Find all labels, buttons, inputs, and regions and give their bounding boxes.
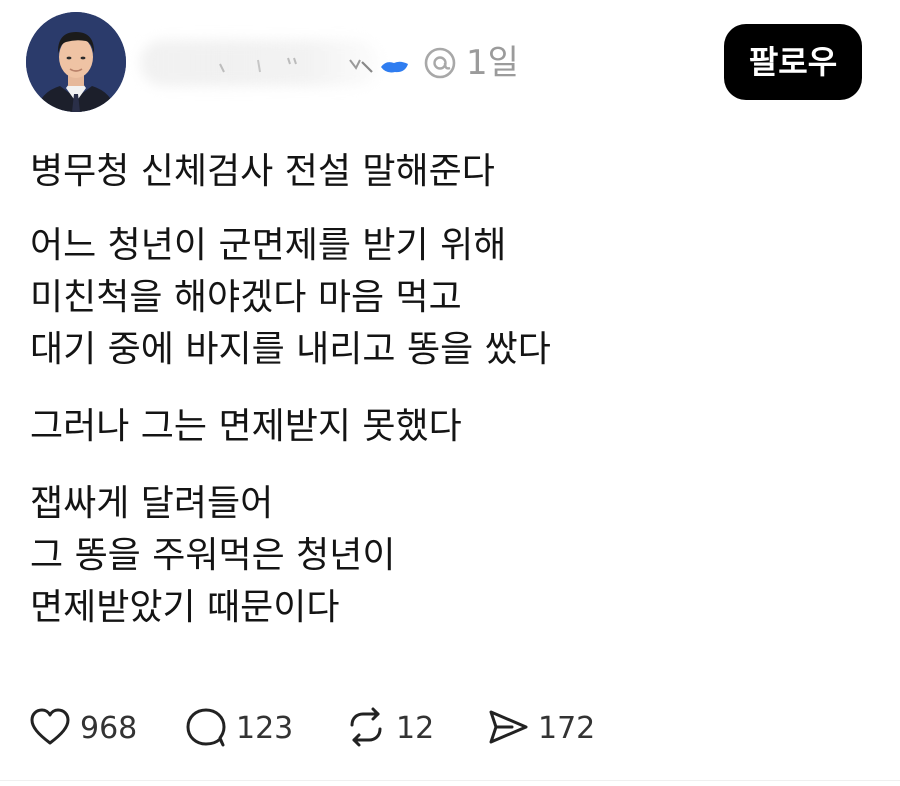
post-line: 면제받았기 때문이다 (30, 587, 340, 628)
post-paragraph: 병무청 신체검사 전설 말해준다 (30, 146, 870, 198)
post-line: 잽싸게 달려들어 (30, 483, 274, 524)
profile-photo (26, 12, 126, 112)
post-line: 그 똥을 주워먹은 청년이 (30, 535, 396, 576)
send-icon (489, 710, 528, 744)
threads-logo-icon (424, 47, 456, 79)
repost-button[interactable]: 12 (344, 705, 440, 755)
username-redaction-marks (219, 57, 373, 73)
reply-button[interactable]: 123 (184, 705, 294, 755)
share-count: 172 (538, 711, 596, 746)
post-line: 병무청 신체검사 전설 말해준다 (30, 151, 495, 192)
heart-icon (30, 708, 70, 745)
post-line: 그러나 그는 면제받지 못했다 (30, 406, 462, 447)
post-paragraph: 잽싸게 달려들어 그 똥을 주워먹은 청년이 면제받았기 때문이다 (30, 478, 870, 634)
post-line: 대기 중에 바지를 내리고 똥을 쌌다 (30, 329, 551, 370)
repost-icon (350, 707, 382, 747)
post-line: 미친척을 해야겠다 마음 먹고 (30, 277, 462, 318)
like-count: 968 (80, 711, 138, 746)
comment-bubble-icon (186, 708, 226, 747)
share-button[interactable]: 172 (486, 705, 596, 755)
avatar[interactable] (26, 12, 126, 112)
post-line: 어느 청년이 군면제를 받기 위해 (30, 225, 507, 266)
verified-badge-icon (381, 61, 408, 73)
repost-count: 12 (396, 711, 435, 746)
post-time: 1일 (466, 43, 519, 83)
like-button[interactable]: 968 (28, 705, 138, 755)
follow-button[interactable]: 팔로우 (724, 24, 862, 100)
post-body: 병무청 신체검사 전설 말해준다 어느 청년이 군면제를 받기 위해 미친척을 … (30, 146, 870, 634)
post-paragraph: 어느 청년이 군면제를 받기 위해 미친척을 해야겠다 마음 먹고 대기 중에 … (30, 220, 870, 376)
reply-count: 123 (236, 711, 294, 746)
post-paragraph: 그러나 그는 면제받지 못했다 (30, 401, 870, 453)
divider (0, 780, 900, 781)
